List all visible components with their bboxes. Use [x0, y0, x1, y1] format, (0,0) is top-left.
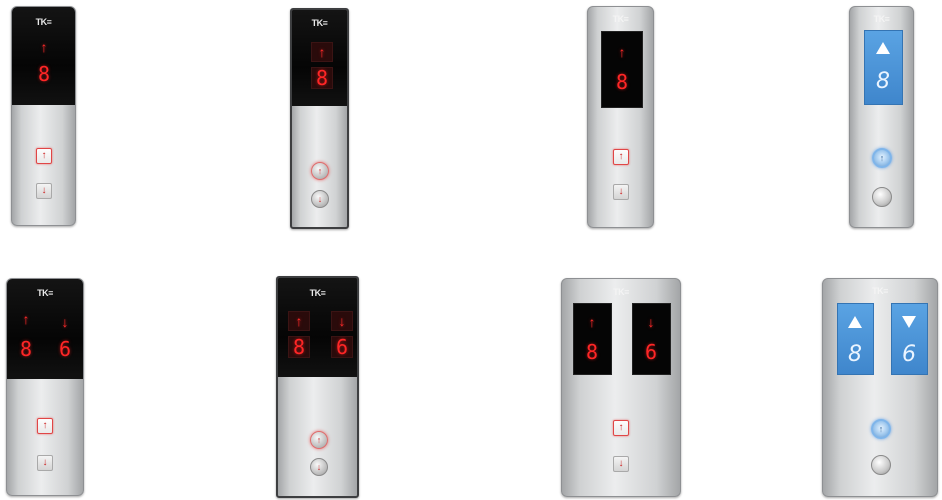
floor-indicator-right: 6 [644, 340, 658, 364]
floor-indicator-right: 6 [58, 337, 72, 361]
floor-indicator-left: 8 [585, 340, 599, 364]
hall-panel-6: TK≡ ↑ ↓ 8 6 ↑ ↓ [276, 276, 359, 498]
direction-up-indicator: ↑ [618, 44, 626, 60]
floor-indicator: 8 [37, 62, 51, 86]
direction-up-indicator: ↑ [588, 314, 596, 330]
tk-logo: TK≡ [613, 287, 629, 297]
display-window: ↑ 8 [601, 31, 643, 108]
call-up-button[interactable]: ↑ [311, 162, 329, 180]
direction-up-indicator: ↑ [22, 311, 30, 327]
tk-logo: TK≡ [872, 286, 888, 296]
call-down-button[interactable] [871, 455, 891, 475]
direction-down-indicator: ↓ [647, 314, 655, 330]
call-down-button[interactable]: ↓ [36, 183, 52, 199]
up-arrow-icon [876, 42, 890, 54]
tk-logo: TK≡ [35, 17, 52, 27]
tk-logo: TK≡ [311, 18, 328, 28]
call-down-button[interactable]: ↓ [310, 458, 328, 476]
floor-indicator-left: 8 [288, 336, 310, 358]
display-window-right: 6 [891, 303, 928, 375]
direction-up-indicator: ↑ [288, 311, 310, 331]
tk-logo: TK≡ [309, 288, 326, 298]
display-window: 8 [864, 30, 903, 105]
hall-panel-2: TK≡ ↑ 8 ↑ ↓ [290, 8, 349, 229]
glass-display: TK≡ ↑ ↓ 8 6 [7, 279, 83, 379]
display-window-left: 8 [837, 303, 874, 375]
call-up-button[interactable]: ↑ [613, 420, 629, 436]
floor-indicator: 8 [876, 69, 890, 94]
call-up-button[interactable]: ↑ [613, 149, 629, 165]
tk-logo: TK≡ [873, 14, 890, 24]
down-arrow-icon [902, 316, 916, 328]
hall-panel-5: TK≡ ↑ ↓ 8 6 ↑ ↓ [6, 278, 84, 496]
floor-indicator: 8 [615, 70, 629, 94]
display-window-left: ↑ 8 [573, 303, 612, 375]
glass-display: TK≡ ↑ ↓ 8 6 [278, 278, 357, 377]
call-up-button[interactable]: ↑ [37, 418, 53, 434]
up-arrow-icon [848, 316, 862, 328]
hall-panel-3: TK≡ ↑ 8 ↑ ↓ [587, 6, 654, 228]
call-down-button[interactable] [872, 187, 892, 207]
hall-panel-7: TK≡ ↑ 8 ↓ 6 ↑ ↓ [561, 278, 681, 497]
hall-panel-4: TK≡ 8 ↑ [849, 6, 914, 228]
call-up-button[interactable]: ↑ [310, 431, 328, 449]
direction-down-indicator: ↓ [61, 314, 69, 330]
floor-indicator-left: 8 [848, 342, 862, 367]
tk-logo: TK≡ [612, 14, 629, 24]
floor-indicator-left: 8 [19, 337, 33, 361]
display-window-right: ↓ 6 [632, 303, 671, 375]
direction-down-indicator: ↓ [331, 311, 353, 331]
call-up-button[interactable]: ↑ [36, 148, 52, 164]
hall-panel-8: TK≡ 8 6 ↑ [822, 278, 938, 497]
floor-indicator-right: 6 [902, 342, 916, 367]
direction-up-indicator: ↑ [40, 39, 48, 55]
glass-display: TK≡ ↑ 8 [292, 10, 347, 106]
tk-logo: TK≡ [37, 288, 53, 298]
direction-up-indicator: ↑ [311, 42, 333, 62]
call-down-button[interactable]: ↓ [613, 184, 629, 200]
glass-display: TK≡ ↑ 8 [12, 7, 75, 105]
call-up-button[interactable]: ↑ [872, 148, 892, 168]
floor-indicator: 8 [311, 67, 333, 89]
call-down-button[interactable]: ↓ [37, 455, 53, 471]
call-up-button[interactable]: ↑ [871, 419, 891, 439]
call-down-button[interactable]: ↓ [613, 456, 629, 472]
call-down-button[interactable]: ↓ [311, 190, 329, 208]
hall-panel-1: TK≡ ↑ 8 ↑ ↓ [11, 6, 76, 226]
floor-indicator-right: 6 [331, 336, 353, 358]
